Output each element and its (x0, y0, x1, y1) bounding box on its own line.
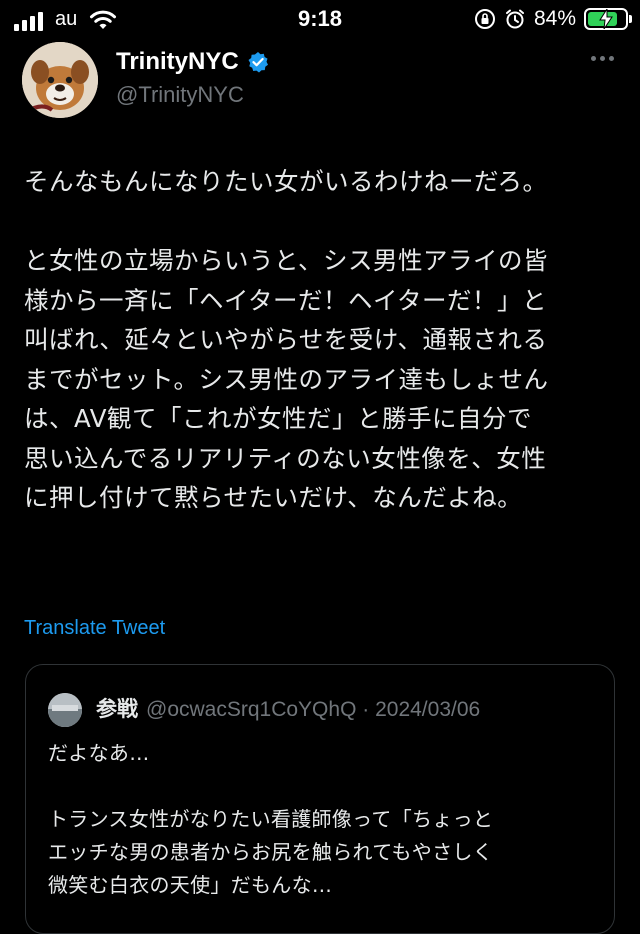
battery-percent: 84% (533, 7, 576, 30)
tweet-text-line: そんなもんになりたい女がいるわけねーだろ。 (24, 167, 548, 196)
tweet-body: そんなもんになりたい女がいるわけねーだろ。 と女性の立場からいうと、シス男性アラ… (24, 162, 624, 518)
battery-tip (629, 15, 632, 23)
dog-avatar-icon (22, 42, 98, 118)
verified-badge-icon (248, 52, 268, 73)
tweet-text-line: に押し付けて黙らせたいだけ、なんだよね。 (24, 483, 523, 512)
quoted-author-avatar[interactable] (48, 693, 82, 727)
author-display-name[interactable]: TrinityNYC (116, 48, 239, 76)
status-bar: au 9:18 84% (0, 0, 640, 40)
tweet-text-line: は、AV観て「これが女性だ」と勝手に自分で (24, 404, 532, 433)
translate-tweet-link[interactable]: Translate Tweet (24, 617, 165, 640)
author-name-row: TrinityNYC (116, 48, 269, 76)
landscape-avatar-icon (48, 693, 82, 727)
quoted-text-line: 微笑む白衣の天使」だもんな… (48, 873, 333, 897)
quoted-text-line: トランス女性がなりたい看護師像って「ちょっと (48, 807, 494, 831)
alarm-icon (505, 9, 524, 29)
tweet-text-line: と女性の立場からいうと、シス男性アライの皆 (24, 246, 549, 275)
quoted-tweet-date: 2024/03/06 (375, 698, 481, 721)
tweet-text-line: 様から一斉に「ヘイターだ！ヘイターだ！」と (24, 285, 548, 315)
tweet-text-line: までがセット。シス男性のアライ達もしょせん (24, 364, 549, 394)
quoted-text-line: だよなあ… (48, 741, 150, 765)
status-bar-right: 84% (474, 7, 632, 31)
author-handle[interactable]: @TrinityNYC (116, 82, 244, 108)
charging-bolt-icon (599, 9, 613, 29)
tweet-header: TrinityNYC @TrinityNYC (22, 42, 622, 118)
tweet-text-line: 思い込んでるリアリティのない女性像を、女性 (24, 443, 547, 473)
tweet-text-line: 叫ばれ、延々といやがらせを受け、通報される (24, 325, 548, 354)
quoted-author-name[interactable]: 参戦 (96, 698, 138, 721)
quoted-author-handle[interactable]: @ocwacSrq1CoYQhQ (146, 698, 356, 721)
author-avatar[interactable] (22, 42, 98, 118)
quoted-text-line: エッチな男の患者からお尻を触られてもやさしく (48, 840, 493, 864)
separator-dot: · (362, 698, 370, 721)
quoted-tweet-header: 参戦 @ocwacSrq1CoYQhQ · 2024/03/06 (96, 693, 480, 723)
orientation-lock-icon (474, 9, 495, 29)
more-options-icon[interactable] (591, 56, 614, 61)
quoted-tweet-card[interactable]: 参戦 @ocwacSrq1CoYQhQ · 2024/03/06 だよなあ… トラ… (25, 664, 615, 934)
quoted-tweet-text: だよなあ… トランス女性がなりたい看護師像って「ちょっと エッチな男の患者からお… (48, 737, 598, 902)
battery-charging-icon (584, 8, 632, 30)
